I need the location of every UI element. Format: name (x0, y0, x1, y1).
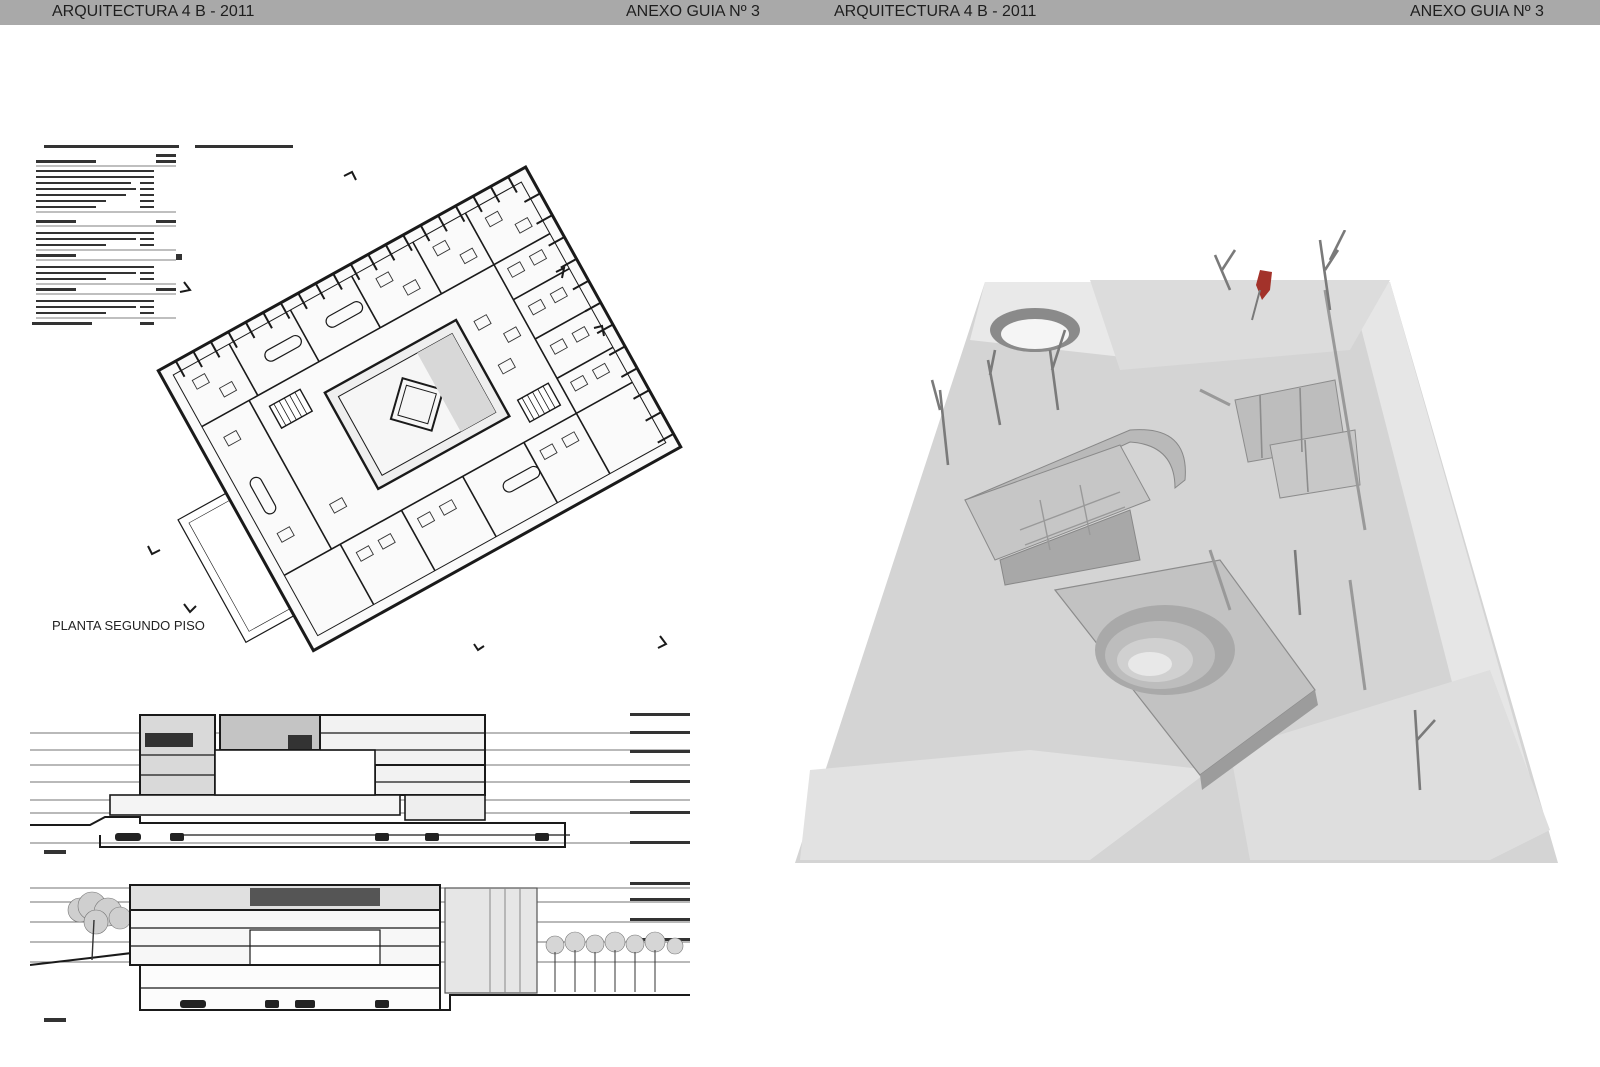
plan-caption: PLANTA SEGUNDO PISO (52, 618, 205, 633)
left-page-annex: ANEXO GUIA Nº 3 (626, 3, 760, 20)
right-page-title: ARQUITECTURA 4 B - 2011 (834, 3, 1037, 20)
section-drawing-b (30, 882, 690, 1022)
section-drawing-a (30, 713, 690, 854)
right-page-annex: ANEXO GUIA Nº 3 (1410, 3, 1544, 20)
site-model-photo (795, 230, 1558, 863)
second-floor-plan (147, 165, 683, 653)
left-page-title: ARQUITECTURA 4 B - 2011 (52, 3, 255, 20)
